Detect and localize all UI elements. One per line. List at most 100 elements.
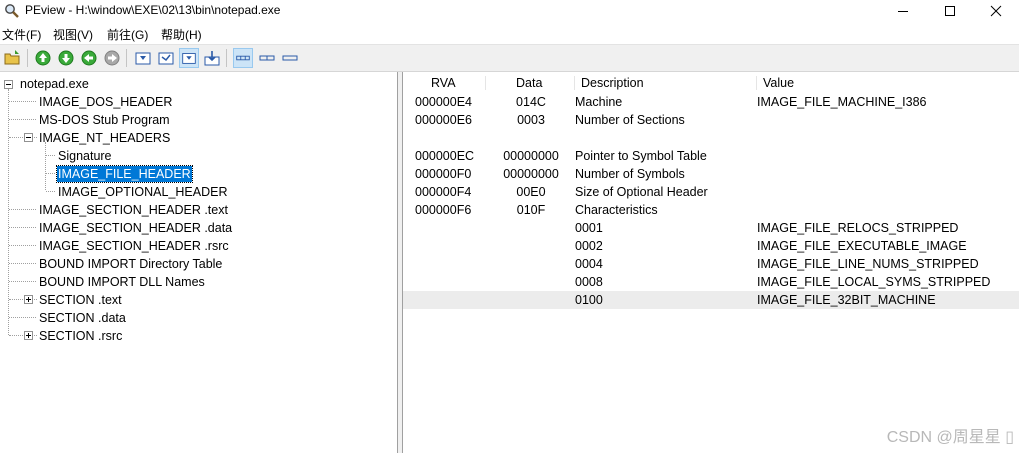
- tree-item-image-optional-header[interactable]: IMAGE_OPTIONAL_HEADER: [57, 184, 229, 200]
- tree-root-notepad-exe[interactable]: notepad.exe: [19, 76, 90, 92]
- description-cell: Pointer to Symbol Table: [575, 149, 707, 163]
- menu-file[interactable]: 文件(F): [2, 26, 41, 43]
- data-cell: 014C: [516, 95, 546, 109]
- tree-connector: [9, 119, 36, 120]
- rva-cell: 000000F4: [415, 185, 472, 199]
- column-header-description[interactable]: Description: [581, 74, 644, 93]
- data-cell: 010F: [516, 203, 546, 217]
- tree-connector: [9, 299, 25, 300]
- tree-view[interactable]: notepad.exe IMAGE_DOS_HEADER MS-DOS Stub…: [0, 72, 398, 453]
- layout-narrow-button[interactable]: [280, 48, 300, 68]
- collapse-root-icon[interactable]: [4, 80, 13, 89]
- layout-list-button[interactable]: [233, 48, 253, 68]
- view-value-button[interactable]: [156, 48, 176, 68]
- data-cell: 00000000: [503, 149, 559, 163]
- view-details-button[interactable]: [202, 48, 222, 68]
- table-row[interactable]: 000000F4 00E0 Size of Optional Header: [403, 183, 1019, 201]
- open-file-button[interactable]: [3, 48, 23, 68]
- expand-section-rsrc-icon[interactable]: [24, 331, 33, 340]
- tree-connector: [9, 101, 36, 102]
- tray-check-icon: [158, 52, 174, 65]
- menu-help[interactable]: 帮助(H): [161, 26, 202, 43]
- table-row[interactable]: 0004 IMAGE_FILE_LINE_NUMS_STRIPPED: [403, 255, 1019, 273]
- watermark-text: CSDN @周星星 ▯: [886, 429, 1014, 446]
- arrow-into-tray-icon: [204, 51, 220, 66]
- close-button[interactable]: [973, 0, 1019, 22]
- menu-go[interactable]: 前往(G): [107, 26, 148, 43]
- go-forward-button[interactable]: [102, 48, 122, 68]
- tree-item-section-header-data[interactable]: IMAGE_SECTION_HEADER .data: [38, 220, 233, 236]
- rva-cell: 000000F6: [415, 203, 472, 217]
- value-cell: IMAGE_FILE_EXECUTABLE_IMAGE: [757, 239, 967, 253]
- column-divider[interactable]: [574, 76, 575, 90]
- description-cell: Machine: [575, 95, 623, 109]
- menu-view[interactable]: 视图(V): [53, 26, 93, 43]
- toolbar-separator: [126, 49, 127, 67]
- tree-item-section-text[interactable]: SECTION .text: [38, 292, 123, 308]
- tree-connector: [46, 155, 55, 156]
- table-row[interactable]: 0002 IMAGE_FILE_EXECUTABLE_IMAGE: [403, 237, 1019, 255]
- tree-item-ms-dos-stub[interactable]: MS-DOS Stub Program: [38, 112, 171, 128]
- tree-item-image-nt-headers[interactable]: IMAGE_NT_HEADERS: [38, 130, 171, 146]
- rva-cell: 000000F0: [415, 167, 472, 181]
- tree-item-section-rsrc[interactable]: SECTION .rsrc: [38, 328, 123, 344]
- tree-item-bound-import-directory[interactable]: BOUND IMPORT Directory Table: [38, 256, 223, 272]
- maximize-button[interactable]: [927, 0, 973, 22]
- download-tray-icon: [135, 52, 151, 65]
- tree-item-section-header-text[interactable]: IMAGE_SECTION_HEADER .text: [38, 202, 229, 218]
- description-cell: Characteristics: [575, 203, 658, 217]
- collapse-nt-headers-icon[interactable]: [24, 133, 33, 142]
- title-bar: PEview - H:\window\EXE\02\13\bin\notepad…: [0, 0, 1019, 22]
- table-row[interactable]: [403, 129, 1019, 147]
- column-header-data[interactable]: Data: [516, 74, 542, 93]
- view-both-button[interactable]: [179, 48, 199, 68]
- tree-connector: [9, 209, 36, 210]
- detail-list[interactable]: RVA Data Description Value 000000E4 014C M…: [402, 72, 1019, 453]
- tree-connector: [9, 335, 25, 336]
- description-cell: 0004: [575, 257, 603, 271]
- download-tray-icon: [182, 53, 196, 64]
- expand-section-text-icon[interactable]: [24, 295, 33, 304]
- tree-connector: [9, 137, 25, 138]
- table-row[interactable]: 0001 IMAGE_FILE_RELOCS_STRIPPED: [403, 219, 1019, 237]
- column-divider[interactable]: [756, 76, 757, 90]
- table-row[interactable]: 000000F6 010F Characteristics: [403, 201, 1019, 219]
- tree-item-image-file-header[interactable]: IMAGE_FILE_HEADER: [56, 165, 193, 183]
- data-cell: 00000000: [503, 167, 559, 181]
- go-down-button[interactable]: [56, 48, 76, 68]
- tree-connector: [9, 317, 36, 318]
- tree-item-bound-import-dll-names[interactable]: BOUND IMPORT DLL Names: [38, 274, 206, 290]
- table-row[interactable]: 000000EC 00000000 Pointer to Symbol Table: [403, 147, 1019, 165]
- column-header-rva[interactable]: RVA: [431, 74, 456, 93]
- column-divider[interactable]: [485, 76, 486, 90]
- value-cell: IMAGE_FILE_LINE_NUMS_STRIPPED: [757, 257, 979, 271]
- tree-connector: [9, 281, 36, 282]
- arrow-up-icon: [35, 50, 51, 66]
- tree-item-section-header-rsrc[interactable]: IMAGE_SECTION_HEADER .rsrc: [38, 238, 230, 254]
- view-hex-button[interactable]: [133, 48, 153, 68]
- table-row[interactable]: 000000F0 00000000 Number of Symbols: [403, 165, 1019, 183]
- magnifier-app-icon: [5, 4, 19, 18]
- tree-connector: [9, 263, 36, 264]
- minimize-button[interactable]: [880, 0, 926, 22]
- table-row[interactable]: 0100 IMAGE_FILE_32BIT_MACHINE: [403, 291, 1019, 309]
- layout-wide-button[interactable]: [257, 48, 277, 68]
- description-cell: 0008: [575, 275, 603, 289]
- go-back-button[interactable]: [79, 48, 99, 68]
- tree-item-signature[interactable]: Signature: [57, 148, 113, 164]
- column-header-value[interactable]: Value: [763, 74, 794, 93]
- table-row[interactable]: 000000E6 0003 Number of Sections: [403, 111, 1019, 129]
- go-up-button[interactable]: [33, 48, 53, 68]
- tree-connector: [9, 245, 36, 246]
- arrow-down-icon: [58, 50, 74, 66]
- tree-item-section-data[interactable]: SECTION .data: [38, 310, 127, 326]
- table-row[interactable]: 0008 IMAGE_FILE_LOCAL_SYMS_STRIPPED: [403, 273, 1019, 291]
- description-cell: 0001: [575, 221, 603, 235]
- tree-connector: [9, 227, 36, 228]
- arrow-right-icon: [104, 50, 120, 66]
- table-row[interactable]: 000000E4 014C Machine IMAGE_FILE_MACHINE_I3…: [403, 93, 1019, 111]
- tree-item-image-dos-header[interactable]: IMAGE_DOS_HEADER: [38, 94, 173, 110]
- description-cell: Number of Symbols: [575, 167, 685, 181]
- tree-connector: [46, 173, 55, 174]
- layout-single-icon: [282, 55, 298, 61]
